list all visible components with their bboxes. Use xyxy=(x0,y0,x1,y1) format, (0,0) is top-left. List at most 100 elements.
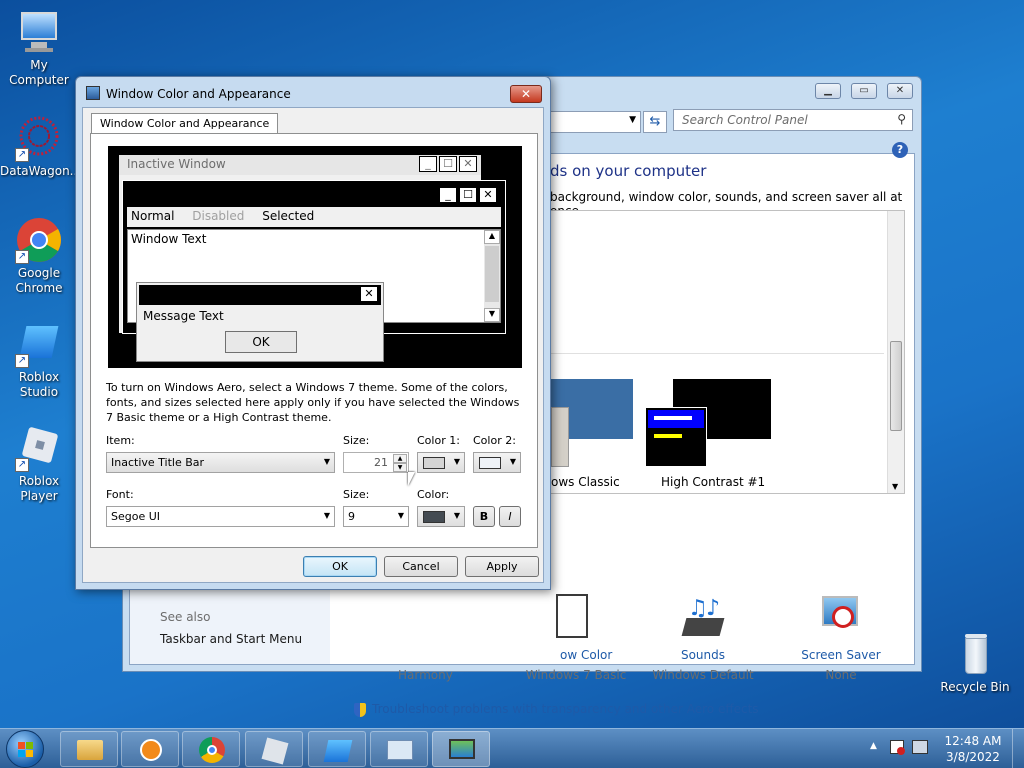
desktop-icon-roblox-studio[interactable]: ↗ Roblox Studio xyxy=(0,320,78,400)
desktop-icon-datawagon[interactable]: ↗ DataWagon... xyxy=(0,114,82,179)
theme-list[interactable]: ows Classic High Contrast #1 ▼ xyxy=(550,210,905,494)
network-icon[interactable] xyxy=(912,740,928,754)
clock-date: 3/8/2022 xyxy=(946,750,1000,764)
color2-label: Color 2: xyxy=(473,434,516,447)
troubleshoot-link[interactable]: Troubleshoot problems with transparency … xyxy=(354,702,759,717)
apply-button[interactable]: Apply xyxy=(465,556,539,577)
address-bar[interactable]: ▼ xyxy=(543,111,641,133)
taskbar-roblox-player[interactable] xyxy=(245,731,303,767)
color1-label: Color 1: xyxy=(417,434,460,447)
desktop-icon-label: Recycle Bin xyxy=(940,680,1010,694)
clock[interactable]: 12:48 AM 3/8/2022 xyxy=(940,733,1006,765)
font-size-select[interactable]: 9 ▼ xyxy=(343,506,409,527)
maximize-icon: ☐ xyxy=(459,187,477,203)
spinner-down-icon[interactable]: ▼ xyxy=(393,463,407,472)
screen-saver-tile[interactable]: Screen Saver None xyxy=(786,590,896,682)
chevron-down-icon[interactable]: ▼ xyxy=(892,482,898,491)
dialog-close-button[interactable]: ✕ xyxy=(510,85,542,103)
theme-high-contrast-1[interactable] xyxy=(645,379,771,469)
roblox-studio-icon xyxy=(323,740,353,762)
search-input[interactable]: Search Control Panel ⚲ xyxy=(673,109,913,131)
item-select[interactable]: Inactive Title Bar ▼ xyxy=(106,452,335,473)
roblox-player-icon xyxy=(261,737,289,765)
inactive-window-title: Inactive Window xyxy=(127,157,226,171)
taskbar-media-player[interactable] xyxy=(121,731,179,767)
scrollbar-thumb[interactable] xyxy=(890,341,902,431)
theme-separator xyxy=(551,353,884,354)
item-label: Item: xyxy=(106,434,135,447)
color2-picker[interactable]: ▼ xyxy=(473,452,521,473)
maximize-button[interactable]: ▭ xyxy=(851,83,877,99)
italic-button[interactable]: I xyxy=(499,506,521,527)
theme-list-scrollbar[interactable]: ▼ xyxy=(887,211,904,493)
computer-icon xyxy=(15,8,63,56)
chevron-down-icon: ▼ xyxy=(323,511,330,520)
search-placeholder: Search Control Panel xyxy=(682,113,808,127)
tile-title: ow Color xyxy=(560,648,613,662)
show-desktop-button[interactable] xyxy=(1012,729,1024,768)
theme-windows-classic[interactable] xyxy=(551,379,633,467)
tile-subtitle: Windows Default xyxy=(652,668,754,682)
desktop-icon-google-chrome[interactable]: ↗ Google Chrome xyxy=(0,216,78,296)
taskbar-control-panel[interactable] xyxy=(370,731,428,767)
shield-icon xyxy=(354,702,366,717)
tab-window-color-appearance[interactable]: Window Color and Appearance xyxy=(91,113,279,133)
start-button[interactable] xyxy=(6,730,44,768)
refresh-button[interactable]: ⇆ xyxy=(643,111,667,133)
close-icon: ✕ xyxy=(479,187,497,203)
taskbar-roblox-studio[interactable] xyxy=(308,731,366,767)
font-select-value: Segoe UI xyxy=(111,510,161,523)
appearance-preview[interactable]: Inactive Window _ ☐ ✕ _ ☐ ✕ Normal Disab… xyxy=(108,146,522,368)
size-spinner[interactable]: 21 ▲ ▼ xyxy=(343,452,409,473)
preview-ok-button: OK xyxy=(225,331,297,353)
see-also-heading: See also xyxy=(160,610,211,624)
size-label: Size: xyxy=(343,434,370,447)
tile-subtitle: Windows 7 Basic xyxy=(525,668,627,682)
close-icon: ✕ xyxy=(459,156,477,172)
cancel-button[interactable]: Cancel xyxy=(384,556,458,577)
shortcut-arrow-icon: ↗ xyxy=(15,250,29,264)
font-color-picker[interactable]: ▼ xyxy=(417,506,465,527)
taskbar-start-menu-link[interactable]: Taskbar and Start Menu xyxy=(160,632,302,646)
shortcut-arrow-icon: ↗ xyxy=(15,354,29,368)
page-heading: ds on your computer xyxy=(550,162,707,180)
help-icon[interactable]: ? xyxy=(892,142,908,158)
preview-scrollbar: ▲ ▼ xyxy=(484,230,500,322)
close-button[interactable]: ✕ xyxy=(887,83,913,99)
datawagon-icon: ↗ xyxy=(15,114,63,162)
font-size-value: 9 xyxy=(348,510,355,523)
clock-time: 12:48 AM xyxy=(944,734,1002,748)
taskbar-window-color[interactable] xyxy=(432,731,490,767)
minimize-button[interactable]: ▁ xyxy=(815,83,841,99)
desktop-icon-label: DataWagon... xyxy=(0,164,82,178)
menu-selected: Selected xyxy=(262,209,315,223)
taskbar-chrome[interactable] xyxy=(182,731,240,767)
window-color-tile[interactable]: ow Color Windows 7 Basic xyxy=(510,590,626,682)
show-hidden-icons-button[interactable]: ▲ xyxy=(870,741,877,751)
desktop-icon-roblox-player[interactable]: ↗ Roblox Player xyxy=(0,424,78,504)
chevron-down-icon[interactable]: ▼ xyxy=(629,115,636,125)
sounds-tile[interactable]: ♫ ♪ Sounds Windows Default xyxy=(648,590,758,682)
chevron-down-icon: ▼ xyxy=(453,457,460,466)
tile-title: Screen Saver xyxy=(801,648,881,662)
size-value: 21 xyxy=(374,456,388,469)
item-select-value: Inactive Title Bar xyxy=(111,456,205,469)
taskbar: ▲ 12:48 AM 3/8/2022 xyxy=(0,728,1024,768)
action-center-icon[interactable] xyxy=(890,740,905,755)
color1-picker[interactable]: ▼ xyxy=(417,452,465,473)
close-icon: ✕ xyxy=(360,286,378,302)
dialog-body: Window Color and Appearance Inactive Win… xyxy=(82,107,544,583)
taskbar-explorer[interactable] xyxy=(60,731,118,767)
spinner-up-icon[interactable]: ▲ xyxy=(393,454,407,463)
desktop-icon-my-computer[interactable]: My Computer xyxy=(0,8,78,88)
font-select[interactable]: Segoe UI ▼ xyxy=(106,506,335,527)
bold-button[interactable]: B xyxy=(473,506,495,527)
desktop-icon-recycle-bin[interactable]: Recycle Bin xyxy=(936,630,1014,695)
desktop-icon-label: Roblox Studio xyxy=(18,370,60,399)
font-label: Font: xyxy=(106,488,134,501)
roblox-studio-icon: ↗ xyxy=(15,320,63,368)
ok-button[interactable]: OK xyxy=(303,556,377,577)
minimize-icon: _ xyxy=(439,187,457,203)
desktop-icon-label: Google Chrome xyxy=(15,266,63,295)
chrome-icon: ↗ xyxy=(15,216,63,264)
